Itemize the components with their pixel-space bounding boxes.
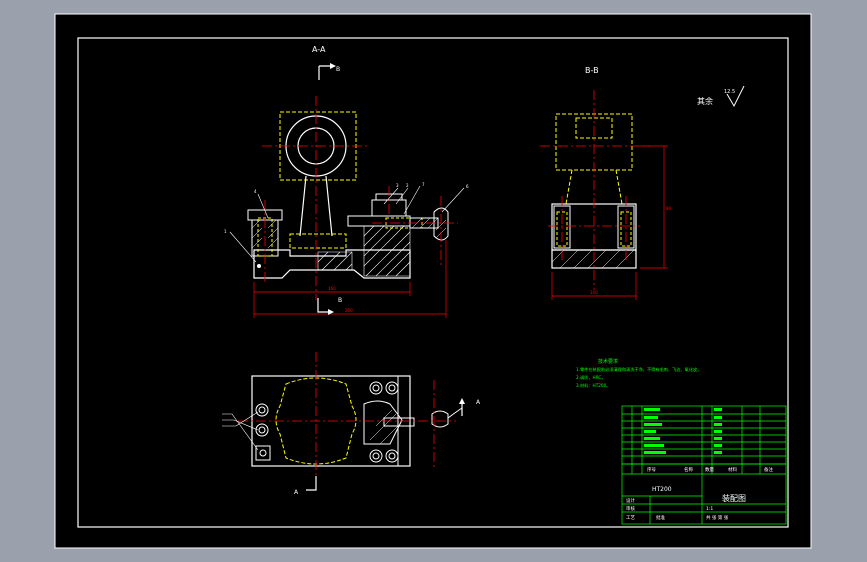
section-aa-label: A-A: [312, 45, 326, 54]
header-remark: 备注: [764, 466, 773, 473]
svg-text:160: 160: [328, 286, 336, 291]
header-qty: 数量: [705, 466, 714, 473]
sheet-label: 共 张 第 张: [706, 514, 729, 521]
header-name: 名称: [684, 466, 693, 473]
drawing-canvas[interactable]: [55, 14, 811, 548]
svg-text:80: 80: [666, 206, 672, 211]
design-label: 设计: [626, 497, 635, 504]
drawing-name: 装配图: [722, 493, 746, 503]
check-label: 审核: [626, 505, 635, 512]
svg-text:200: 200: [345, 308, 353, 313]
tech-item-3: 3.材料：HT200。: [576, 382, 610, 389]
tech-item-2: 2.调质，HRC。: [576, 374, 606, 381]
cad-drawing-window: A-A B 160 200 B 4 1 3 2 7 6 B-B 100 80 其…: [54, 13, 812, 549]
section-bb-label: B-B: [585, 66, 599, 75]
process-label: 工艺: [626, 515, 635, 521]
cut-b-top-label: B: [336, 66, 340, 73]
tech-title: 技术要求: [598, 358, 618, 365]
header-material: 材料: [728, 466, 737, 473]
roughness-value: 12.5: [724, 89, 735, 95]
material-value: HT200: [652, 486, 672, 493]
tech-item-1: 1.零件在装配前必须清理和清洗干净，不得有毛刺、飞边、氧化皮。: [576, 366, 701, 373]
roughness-prefix: 其余: [697, 96, 713, 106]
header-no: 序号: [647, 466, 656, 473]
cut-b-bottom-label: B: [338, 297, 342, 304]
scale-value: 1:1: [706, 506, 713, 512]
approve-label: 批准: [656, 514, 665, 521]
svg-text:100: 100: [590, 290, 598, 295]
